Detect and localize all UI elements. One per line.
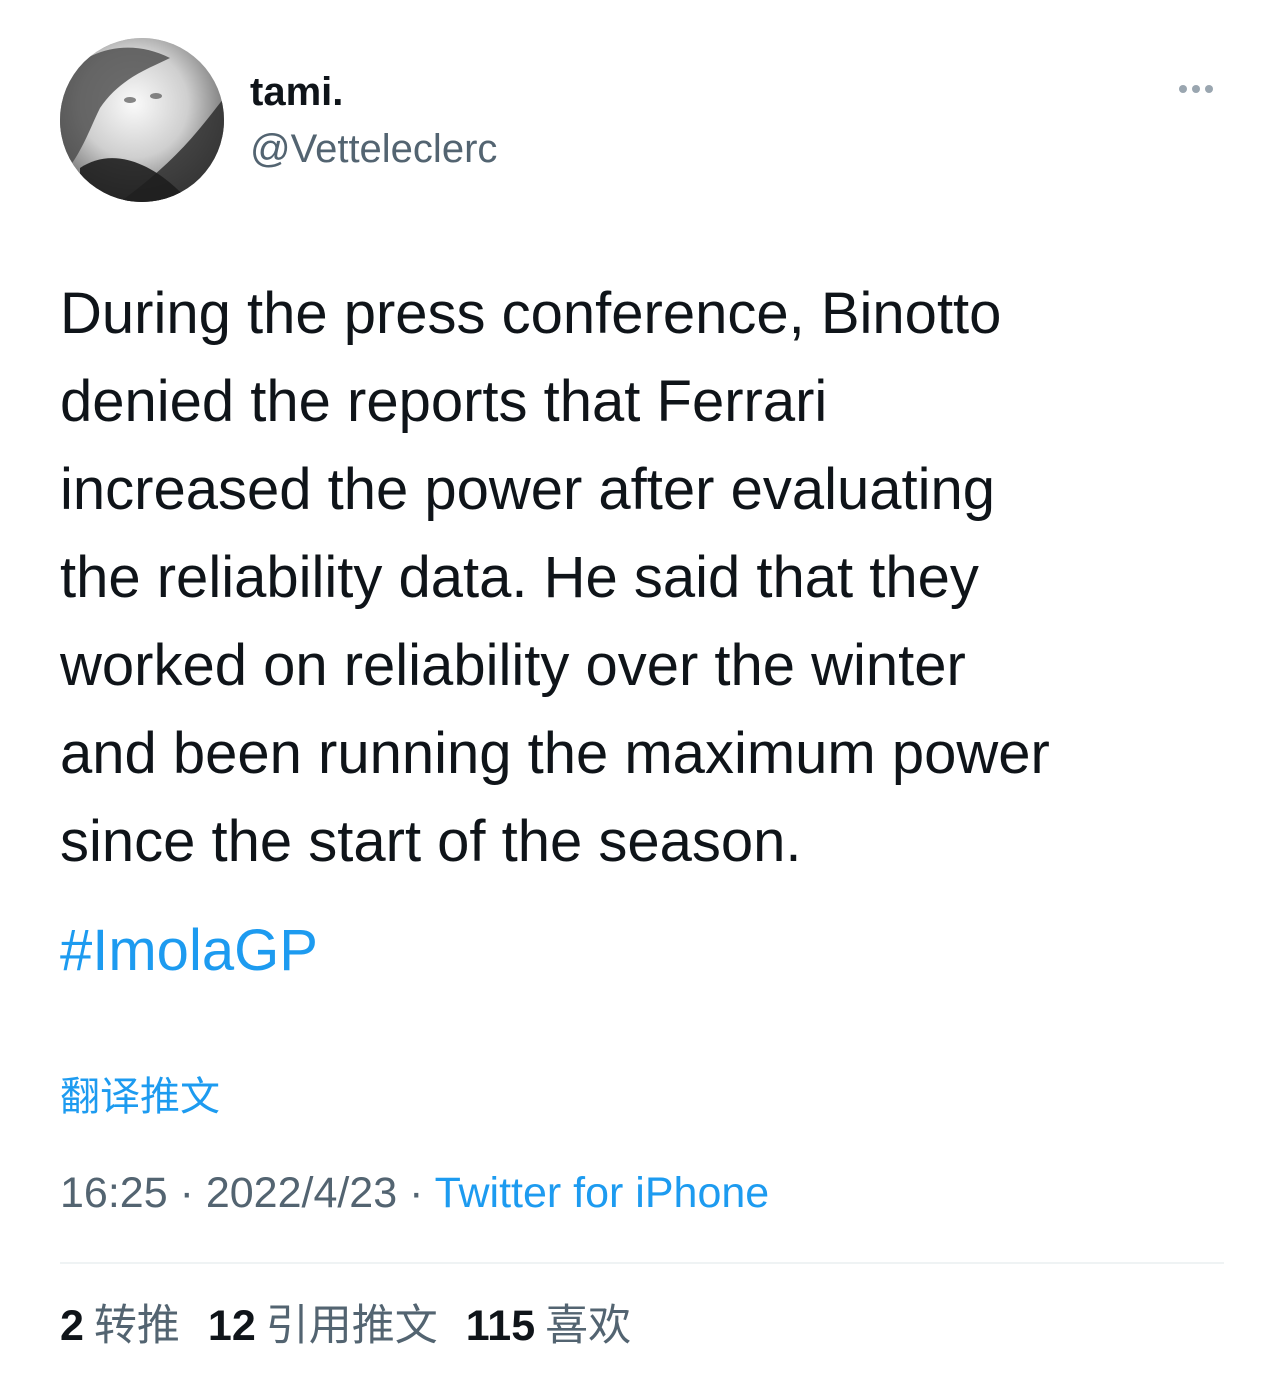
meta-separator: · xyxy=(409,1169,424,1217)
tweet-meta: 16:25 · 2022/4/23 · Twitter for iPhone xyxy=(60,1165,769,1221)
divider xyxy=(60,1262,1224,1264)
stat-count: 115 xyxy=(465,1302,536,1350)
stat-label: 引用推文 xyxy=(265,1302,438,1350)
tweet-date: 2022/4/23 xyxy=(205,1169,398,1217)
translate-tweet-link[interactable]: 翻译推文 xyxy=(60,1072,220,1122)
quote-tweets-stat[interactable]: 12 引用推文 xyxy=(208,1298,438,1354)
avatar-image xyxy=(60,38,224,202)
meta-separator: · xyxy=(179,1169,194,1217)
likes-stat[interactable]: 115 喜欢 xyxy=(466,1298,631,1354)
stat-count: 2 xyxy=(60,1302,84,1350)
author-handle[interactable]: @Vetteleclerc xyxy=(250,124,497,174)
hashtag-link[interactable]: #ImolaGP xyxy=(60,907,318,995)
more-options-button[interactable] xyxy=(1168,74,1224,104)
more-horizontal-icon xyxy=(1205,85,1213,93)
stat-label: 转推 xyxy=(93,1302,180,1350)
avatar[interactable] xyxy=(60,38,224,202)
more-horizontal-icon xyxy=(1179,85,1187,93)
author-display-name[interactable]: tami. xyxy=(250,68,343,116)
stat-count: 12 xyxy=(207,1302,256,1350)
tweet-text: During the press conference, Binotto den… xyxy=(60,281,1050,874)
tweet-stats: 2 转推 12 引用推文 115 喜欢 xyxy=(60,1298,631,1354)
stat-label: 喜欢 xyxy=(545,1302,632,1350)
retweets-stat[interactable]: 2 转推 xyxy=(60,1298,180,1354)
tweet-time: 16:25 xyxy=(60,1169,168,1217)
more-horizontal-icon xyxy=(1192,85,1200,93)
tweet-source-link[interactable]: Twitter for iPhone xyxy=(435,1169,770,1217)
